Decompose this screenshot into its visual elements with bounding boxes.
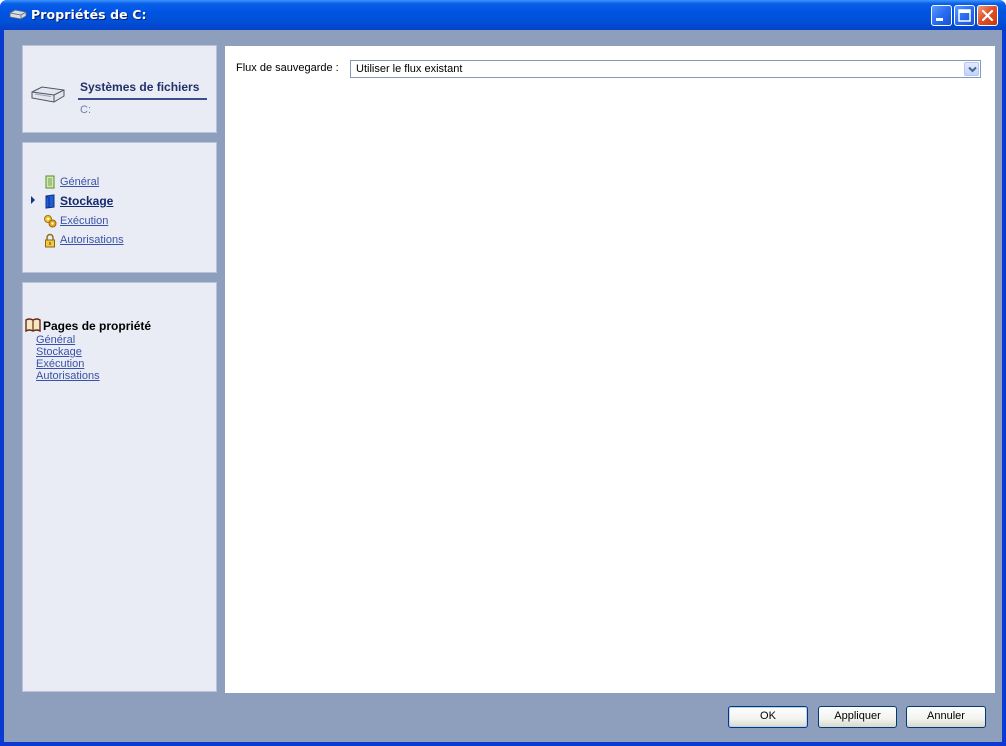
maximize-button[interactable]: [954, 5, 975, 26]
nav-item-label: Autorisations: [60, 234, 124, 246]
apply-button[interactable]: Appliquer: [818, 706, 897, 728]
backup-stream-value: Utiliser le flux existant: [356, 63, 463, 75]
header-panel: Systèmes de fichiers C:: [22, 45, 217, 133]
header-subtitle: C:: [80, 104, 91, 116]
backup-stream-label: Flux de sauvegarde :: [236, 62, 339, 74]
drive-icon: [9, 8, 27, 21]
close-button[interactable]: [977, 5, 998, 26]
property-pages-title: Pages de propriété: [43, 319, 152, 333]
cancel-button[interactable]: Annuler: [906, 706, 986, 728]
nav-item-label: Stockage: [60, 194, 114, 208]
ok-button[interactable]: OK: [728, 706, 808, 728]
page-link-storage[interactable]: Stockage: [36, 347, 82, 358]
title-bar[interactable]: Propriétés de C:: [0, 0, 1006, 30]
lock-icon: [43, 233, 57, 248]
document-icon: [43, 175, 57, 190]
nav-item-label: Exécution: [60, 215, 109, 227]
page-link-execution[interactable]: Exécution: [36, 359, 84, 370]
dialog-body: Systèmes de fichiers C: Général Stockage: [4, 30, 1002, 742]
header-title: Systèmes de fichiers: [80, 80, 200, 94]
active-item-arrow-icon: [31, 196, 35, 204]
storage-page-content: Flux de sauvegarde : Utiliser le flux ex…: [225, 46, 995, 693]
header-divider: [78, 98, 207, 100]
dropdown-button[interactable]: [964, 62, 979, 76]
properties-window: Propriétés de C: Systèmes de fichiers C:…: [0, 0, 1006, 746]
minimize-button[interactable]: [931, 5, 952, 26]
property-pages-panel: Pages de propriété Général Stockage Exéc…: [22, 282, 217, 692]
backup-stream-select[interactable]: Utiliser le flux existant: [350, 60, 981, 78]
hard-drive-icon: [31, 84, 65, 104]
page-link-permissions[interactable]: Autorisations: [36, 371, 100, 382]
window-title: Propriétés de C:: [31, 7, 147, 22]
book-icon: [25, 318, 41, 333]
storage-icon: [43, 194, 57, 209]
page-link-general[interactable]: Général: [36, 335, 75, 346]
execution-gears-icon: [43, 214, 57, 229]
nav-item-label: Général: [60, 176, 100, 188]
navigation-panel: Général Stockage Exécution Autorisations: [22, 142, 217, 273]
